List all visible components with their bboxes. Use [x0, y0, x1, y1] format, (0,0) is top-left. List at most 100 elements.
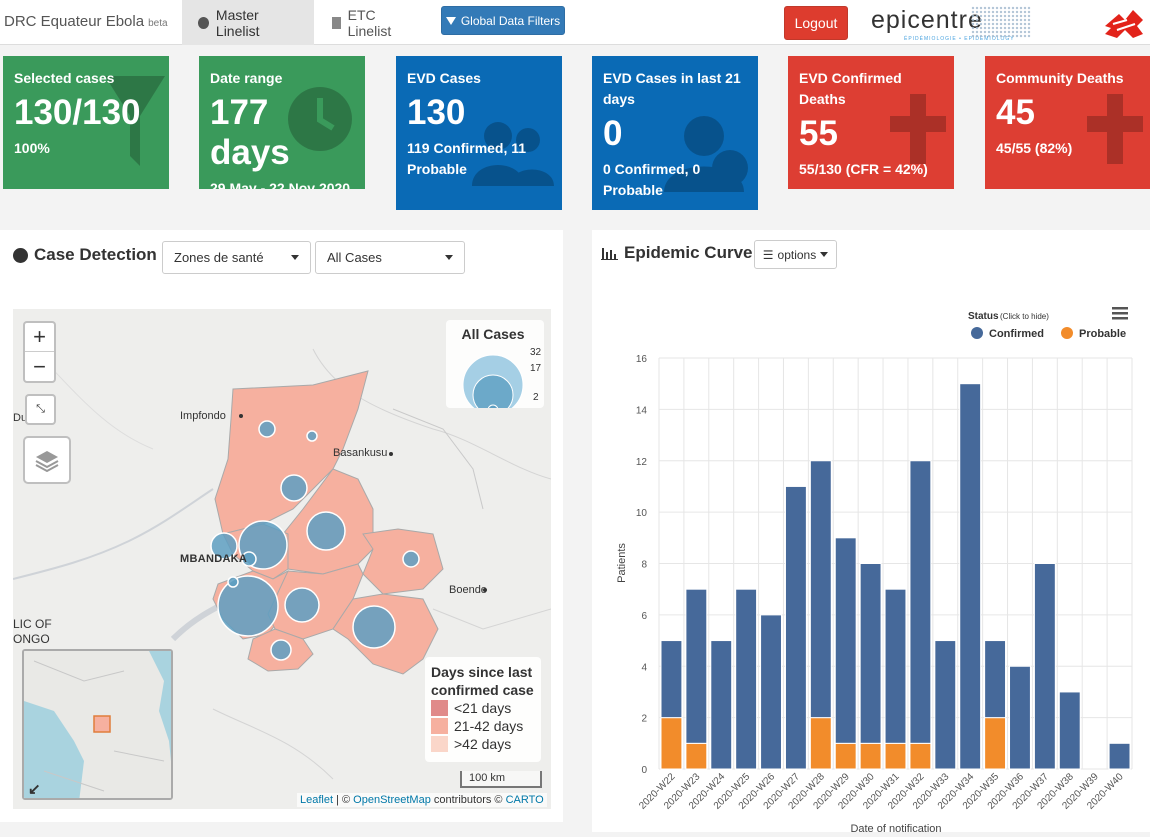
legend-title: Status — [968, 311, 999, 322]
size-legend-value: 2 — [533, 392, 539, 403]
bar-probable[interactable] — [809, 717, 832, 770]
minimap-toggle-icon[interactable]: ↙ — [28, 780, 41, 798]
fullscreen-button[interactable]: ⤡ — [25, 394, 56, 425]
bar-confirmed[interactable] — [884, 588, 907, 744]
bar-confirmed[interactable] — [859, 563, 882, 744]
epicentre-logo-text: epicentre — [871, 6, 983, 34]
tab-master-linelist[interactable]: Master Linelist — [182, 0, 314, 45]
app-title[interactable]: DRC Equateur Ebola beta — [4, 13, 168, 30]
logout-button[interactable]: Logout — [784, 6, 848, 40]
value-box-label: EVD Cases in last 21 days — [603, 70, 741, 107]
place-label: Basankusu — [333, 447, 388, 459]
value-box: EVD Confirmed Deaths 55 55/130 (CFR = 42%) — [788, 56, 954, 189]
y-tick-label: 12 — [636, 457, 648, 468]
y-tick-label: 8 — [641, 560, 647, 571]
global-data-filters-button[interactable]: Global Data Filters — [441, 6, 565, 35]
y-tick-label: 16 — [636, 354, 648, 365]
place-label: LIC OF — [13, 617, 52, 631]
bar-confirmed[interactable] — [660, 640, 683, 719]
bar-confirmed[interactable] — [934, 640, 957, 770]
globe-icon — [13, 247, 28, 263]
size-legend-value: 17 — [530, 363, 542, 374]
place-label: MBANDAKA — [180, 553, 248, 565]
value-box-subtitle: 100% — [14, 140, 50, 156]
value-box: EVD Cases in last 21 days 0 0 Confirmed, 0… — [592, 56, 758, 210]
value-box-value: 130 — [407, 93, 466, 132]
msf-logo — [1105, 10, 1143, 38]
y-tick-label: 14 — [636, 405, 648, 416]
y-tick-label: 4 — [641, 662, 647, 673]
value-box: Date range 177 days 29 May - 22 Nov 2020 — [199, 56, 365, 189]
value-box-label: Community Deaths — [996, 70, 1124, 86]
bar-probable[interactable] — [859, 742, 882, 770]
y-tick-label: 6 — [641, 611, 647, 622]
bar-confirmed[interactable] — [735, 588, 758, 770]
y-tick-label: 10 — [636, 508, 648, 519]
chart-menu-icon[interactable] — [1112, 307, 1128, 320]
bar-confirmed[interactable] — [959, 383, 982, 770]
legend-swatch — [431, 736, 448, 752]
legend-hint: (Click to hide) — [1000, 312, 1049, 321]
value-box-subtitle: 119 Confirmed, 11 Probable — [407, 140, 527, 177]
top-navbar: DRC Equateur Ebola beta Master Linelist E… — [0, 0, 1150, 45]
value-box-value: 0 — [603, 114, 623, 153]
bar-confirmed[interactable] — [834, 537, 857, 744]
bar-confirmed[interactable] — [685, 588, 708, 744]
zone-select-value: Zones de santé — [174, 250, 264, 265]
value-box-subtitle: 0 Confirmed, 0 Probable — [603, 161, 701, 198]
case-type-select[interactable]: All Cases — [315, 241, 465, 274]
bar-confirmed[interactable] — [1033, 563, 1056, 770]
legend-label-probable[interactable]: Probable — [1079, 328, 1126, 340]
zone-select[interactable]: Zones de santé — [162, 241, 311, 274]
carto-link[interactable]: CARTO — [506, 794, 544, 806]
bar-confirmed[interactable] — [710, 640, 733, 770]
bar-confirmed[interactable] — [1009, 665, 1031, 770]
place-label: Boende — [449, 584, 487, 596]
world-map-graphic — [971, 6, 1031, 38]
bar-probable[interactable] — [884, 742, 907, 770]
layers-button[interactable] — [23, 436, 71, 484]
legend-label-confirmed[interactable]: Confirmed — [989, 328, 1044, 340]
color-legend-item: <21 days — [431, 699, 535, 717]
minimap[interactable]: ↙ — [22, 649, 173, 800]
value-box-value: 55 — [799, 114, 838, 153]
legend-swatch — [431, 700, 448, 716]
legend-dot-probable[interactable] — [1061, 327, 1073, 339]
chevron-down-icon — [445, 255, 453, 260]
legend-dot-confirmed[interactable] — [971, 327, 983, 339]
zoom-in-button[interactable]: + — [25, 323, 54, 352]
bar-probable[interactable] — [834, 742, 857, 770]
value-box: Community Deaths 45 45/55 (82%) — [985, 56, 1150, 189]
color-legend-item: 21-42 days — [431, 717, 535, 735]
bar-probable[interactable] — [984, 717, 1007, 770]
bar-confirmed[interactable] — [784, 485, 807, 770]
bar-probable[interactable] — [909, 742, 932, 770]
value-box-label: EVD Cases — [407, 70, 481, 86]
zoom-out-button[interactable]: − — [25, 352, 54, 381]
bar-confirmed[interactable] — [760, 614, 782, 770]
legend-label: >42 days — [454, 736, 512, 752]
value-box: Selected cases 130/130 100% — [3, 56, 169, 189]
beta-badge: beta — [148, 18, 168, 29]
tab-etc-linelist[interactable]: ETC Linelist — [316, 0, 436, 45]
value-box-label: Date range — [210, 70, 283, 86]
app-title-text: DRC Equateur Ebola — [4, 13, 145, 30]
options-label: options — [777, 247, 817, 262]
leaflet-link[interactable]: Leaflet — [300, 794, 333, 806]
options-dropdown[interactable]: ☰ options — [754, 240, 837, 269]
layers-icon — [35, 451, 59, 472]
value-box-value: 130/130 — [14, 93, 141, 132]
building-icon — [332, 16, 341, 29]
value-box-value: 45 — [996, 93, 1035, 132]
sliders-icon: ☰ — [762, 247, 774, 262]
bar-confirmed[interactable] — [1108, 742, 1131, 770]
osm-link[interactable]: OpenStreetMap — [353, 794, 431, 806]
bar-confirmed[interactable] — [909, 460, 932, 744]
bar-confirmed[interactable] — [984, 640, 1007, 719]
bar-confirmed[interactable] — [1058, 691, 1081, 770]
case-map[interactable]: Impfondo Basankusu MBANDAKA Boende LIC O… — [13, 309, 551, 809]
size-legend-value: 32 — [530, 347, 542, 358]
bar-probable[interactable] — [660, 717, 683, 770]
bar-probable[interactable] — [685, 742, 708, 770]
bar-confirmed[interactable] — [809, 460, 832, 719]
